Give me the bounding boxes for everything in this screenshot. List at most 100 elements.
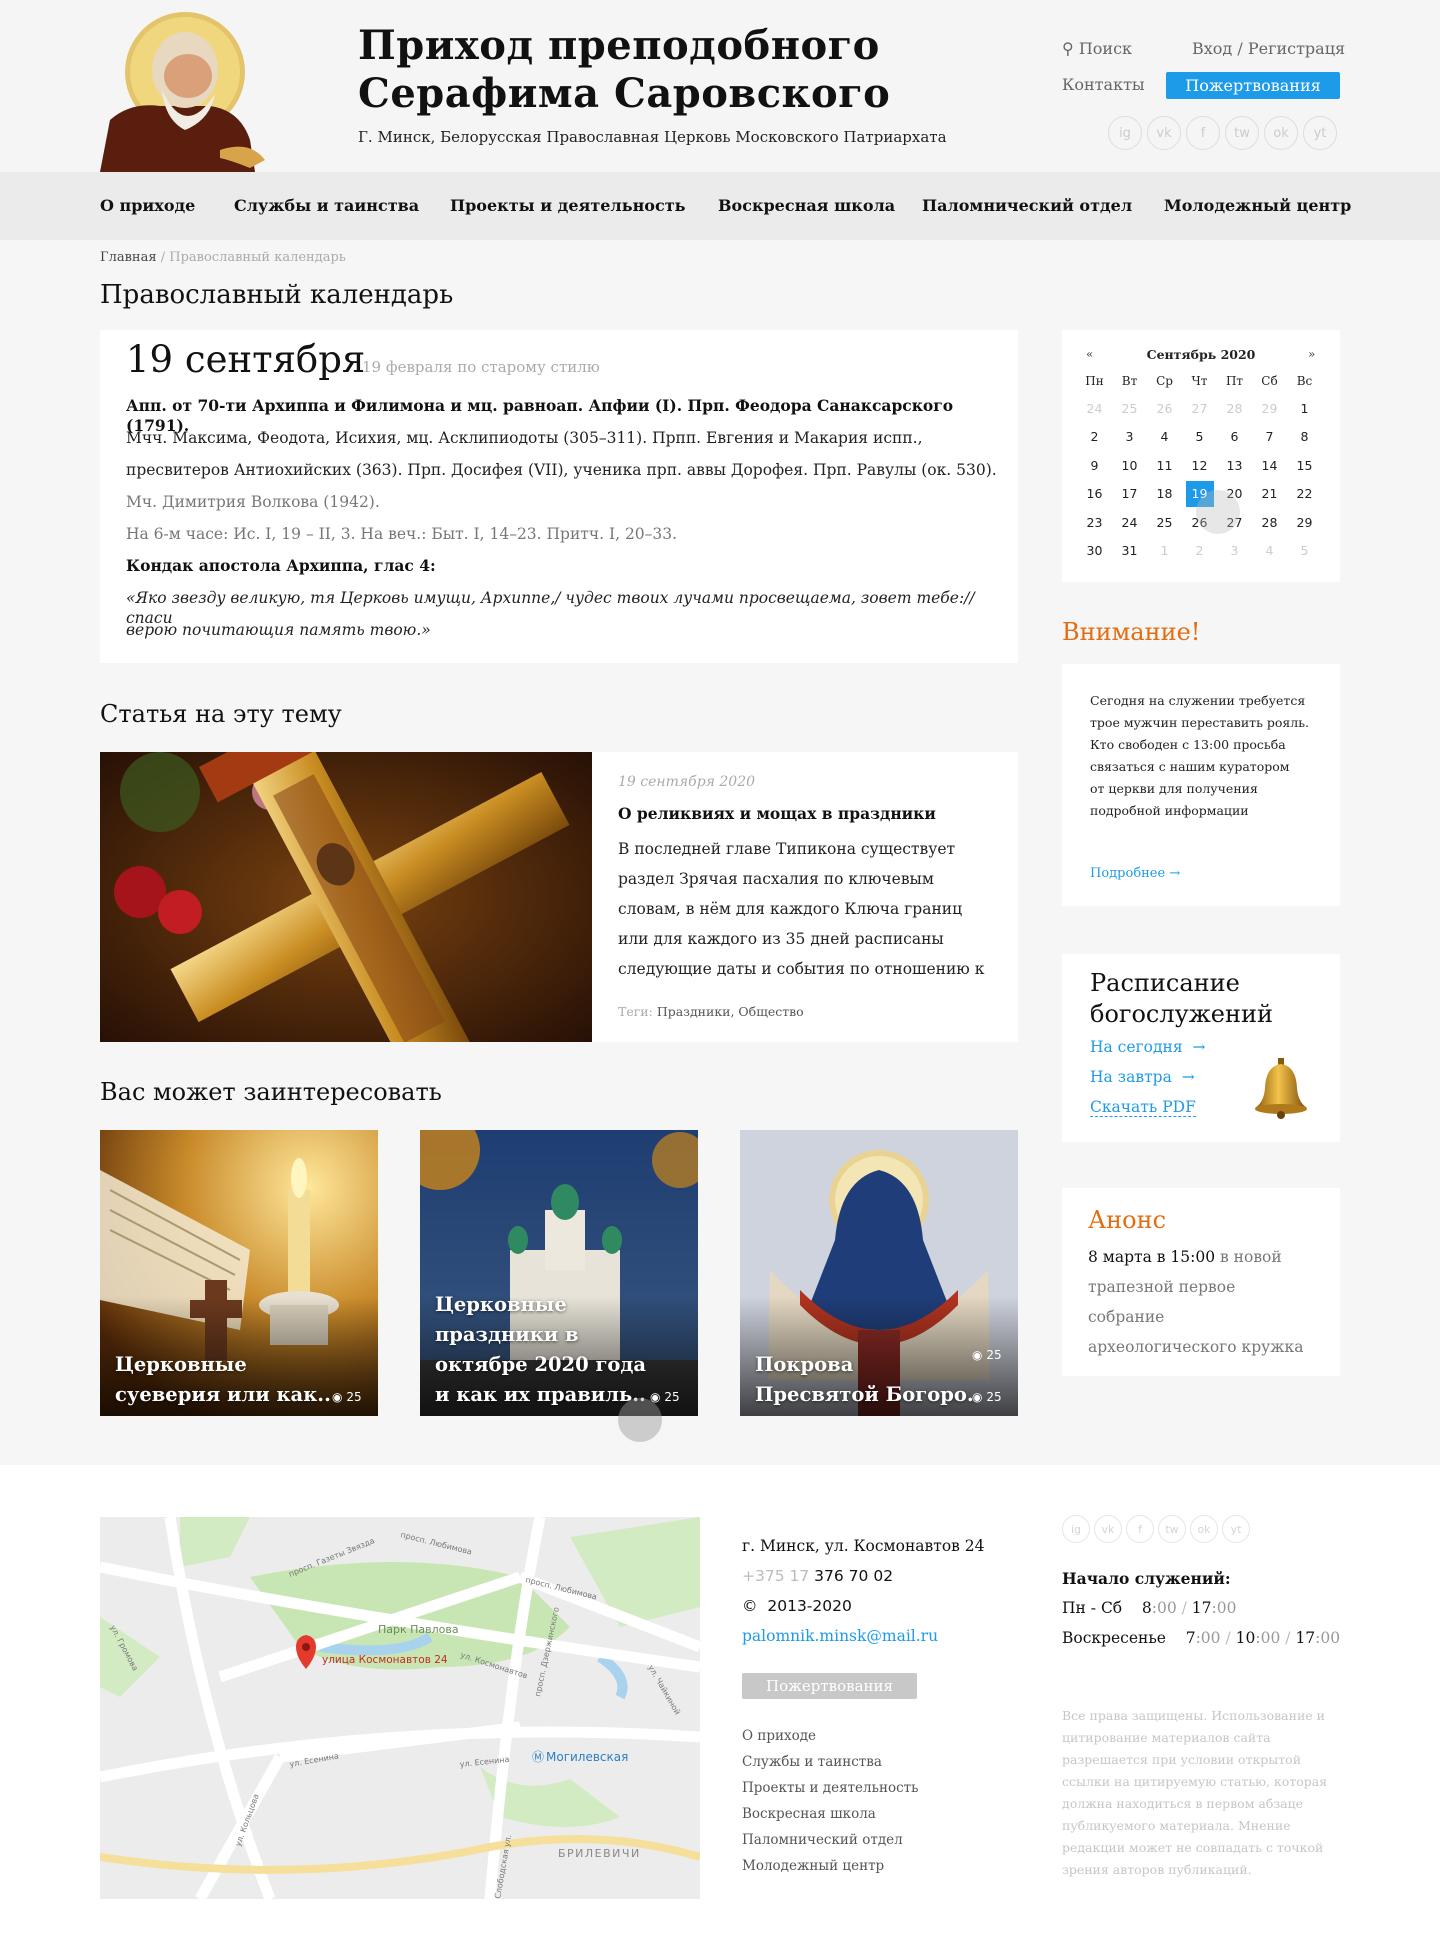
kontakion-title: Кондак апостола Архиппа, глас 4: — [126, 556, 436, 575]
schedule-tomorrow-link[interactable]: На завтра → — [1090, 1068, 1195, 1086]
footer-phone[interactable]: +375 17 376 70 02 — [742, 1567, 893, 1585]
calendar-day[interactable]: 6 — [1217, 423, 1252, 452]
youtube-icon[interactable]: yt — [1222, 1515, 1250, 1543]
calendar-day[interactable]: 8 — [1287, 423, 1322, 452]
nav-item-youth[interactable]: Молодежный центр — [1164, 196, 1351, 215]
calendar-day[interactable]: 15 — [1287, 451, 1322, 480]
calendar-day[interactable]: 4 — [1147, 423, 1182, 452]
calendar-day[interactable]: 21 — [1252, 480, 1287, 509]
site-title[interactable]: Приход преподобного Серафима Саровского — [358, 22, 890, 118]
calendar-day[interactable]: 3 — [1217, 537, 1252, 566]
calendar-day[interactable]: 13 — [1217, 451, 1252, 480]
tile-title[interactable]: Церковные суеверия или как.. — [115, 1350, 331, 1410]
calendar-day[interactable]: 29 — [1287, 508, 1322, 537]
eye-icon: ◉ — [332, 1390, 343, 1404]
instagram-icon[interactable]: ig — [1108, 116, 1142, 150]
calendar-day[interactable]: 5 — [1287, 537, 1322, 566]
location-map[interactable]: Парк Павлова улица Космонавтов 24 Ⓜ Моги… — [100, 1517, 700, 1899]
main-nav: О приходе Службы и таинства Проекты и де… — [0, 172, 1440, 240]
tag-links[interactable]: Праздники, Общество — [657, 1004, 804, 1019]
calendar-day[interactable]: 1 — [1287, 394, 1322, 423]
facebook-icon[interactable]: f — [1126, 1515, 1154, 1543]
footer-menu-services[interactable]: Службы и таинства — [742, 1754, 882, 1770]
calendar-day[interactable]: 2 — [1182, 537, 1217, 566]
footer-donate-button[interactable]: Пожертвования — [742, 1673, 917, 1699]
calendar-day[interactable]: 17 — [1112, 480, 1147, 509]
instagram-icon[interactable]: ig — [1062, 1515, 1090, 1543]
interest-tile[interactable]: ◉ 25 Покрова Пресвятой Богоро.. ◉ 25 — [740, 1130, 1018, 1416]
calendar-day[interactable]: 9 — [1077, 451, 1112, 480]
odnoklassniki-icon[interactable]: ok — [1190, 1515, 1218, 1543]
twitter-icon[interactable]: tw — [1225, 116, 1259, 150]
footer-menu-sunday-school[interactable]: Воскресная школа — [742, 1806, 876, 1822]
attention-more-link[interactable]: Подробнее → — [1090, 866, 1180, 881]
calendar-day[interactable]: 7 — [1252, 423, 1287, 452]
calendar-day[interactable]: 30 — [1077, 537, 1112, 566]
calendar-next[interactable]: » — [1308, 347, 1315, 361]
interest-tile[interactable]: Церковные праздники в октябре 2020 года … — [420, 1130, 698, 1416]
calendar-day[interactable]: 12 — [1182, 451, 1217, 480]
facebook-icon[interactable]: f — [1186, 116, 1220, 150]
calendar-day[interactable]: 1 — [1147, 537, 1182, 566]
footer-menu-about[interactable]: О приходе — [742, 1728, 816, 1744]
calendar-day[interactable]: 5 — [1182, 423, 1217, 452]
article-image[interactable] — [100, 752, 592, 1042]
login-link[interactable]: Вход / Регистраця — [1192, 39, 1345, 58]
day-date: 19 сентября — [126, 338, 366, 381]
youtube-icon[interactable]: yt — [1303, 116, 1337, 150]
calendar-day[interactable]: 24 — [1112, 508, 1147, 537]
twitter-icon[interactable]: tw — [1158, 1515, 1186, 1543]
calendar-day[interactable]: 28 — [1252, 508, 1287, 537]
calendar-day[interactable]: 24 — [1077, 394, 1112, 423]
calendar-day[interactable]: 25 — [1147, 508, 1182, 537]
footer-menu-pilgrimage[interactable]: Паломнический отдел — [742, 1832, 903, 1848]
calendar-day[interactable]: 2 — [1077, 423, 1112, 452]
vk-icon[interactable]: vk — [1094, 1515, 1122, 1543]
cursor-indicator — [1196, 490, 1240, 534]
search-link[interactable]: ⚲ Поиск — [1062, 39, 1132, 58]
footer-email[interactable]: palomnik.minsk@mail.ru — [742, 1627, 938, 1645]
attention-heading: Внимание! — [1062, 618, 1201, 646]
calendar-day[interactable]: 26 — [1147, 394, 1182, 423]
breadcrumb-home[interactable]: Главная — [100, 250, 157, 265]
nav-item-about[interactable]: О приходе — [100, 196, 195, 215]
nav-item-projects[interactable]: Проекты и деятельность — [450, 196, 685, 215]
calendar-day[interactable]: 28 — [1217, 394, 1252, 423]
nav-item-services[interactable]: Службы и таинства — [234, 196, 419, 215]
kontakion-text: верою почитающия память твою.» — [126, 621, 431, 639]
nav-item-sunday-school[interactable]: Воскресная школа — [718, 196, 895, 215]
calendar-day[interactable]: 11 — [1147, 451, 1182, 480]
article-title[interactable]: О реликвиях и мощах в праздники — [618, 804, 936, 823]
calendar-day[interactable]: 14 — [1252, 451, 1287, 480]
schedule-pdf-link[interactable]: Скачать PDF — [1090, 1098, 1196, 1117]
schedule-today-link[interactable]: На сегодня → — [1090, 1038, 1206, 1056]
calendar-day[interactable]: 22 — [1287, 480, 1322, 509]
views-count: ◉ 25 — [972, 1390, 1002, 1404]
calendar-day[interactable]: 4 — [1252, 537, 1287, 566]
calendar-day[interactable]: 18 — [1147, 480, 1182, 509]
calendar-grid: Пн Вт Ср Чт Пт Сб Вс 24 25 26 27 28 29 1 2345678 9 10… — [1077, 368, 1322, 565]
tile-title[interactable]: Церковные праздники в октябре 2020 года … — [435, 1290, 646, 1410]
calendar-day[interactable]: 25 — [1112, 394, 1147, 423]
calendar-day[interactable]: 3 — [1112, 423, 1147, 452]
vk-icon[interactable]: vk — [1147, 116, 1181, 150]
calendar-day[interactable]: 29 — [1252, 394, 1287, 423]
nav-item-pilgrimage[interactable]: Паломнический отдел — [922, 196, 1132, 215]
tile-title[interactable]: Покрова Пресвятой Богоро.. — [755, 1350, 980, 1410]
footer-address: г. Минск, ул. Космонавтов 24 — [742, 1537, 985, 1555]
search-icon: ⚲ — [1062, 39, 1074, 58]
contacts-link[interactable]: Контакты — [1062, 75, 1145, 94]
odnoklassniki-icon[interactable]: ok — [1264, 116, 1298, 150]
bell-icon — [1255, 1058, 1307, 1119]
saint-icon-logo[interactable] — [100, 10, 270, 172]
calendar-day[interactable]: 23 — [1077, 508, 1112, 537]
footer-menu-projects[interactable]: Проекты и деятельность — [742, 1780, 918, 1796]
calendar-day[interactable]: 10 — [1112, 451, 1147, 480]
interest-tile[interactable]: Церковные суеверия или как.. ◉ 25 — [100, 1130, 378, 1416]
calendar-day[interactable]: 27 — [1182, 394, 1217, 423]
calendar-day[interactable]: 16 — [1077, 480, 1112, 509]
calendar-day[interactable]: 31 — [1112, 537, 1147, 566]
breadcrumb: Главная / Православный календарь — [100, 250, 346, 265]
donate-button[interactable]: Пожертвования — [1166, 72, 1340, 99]
footer-menu-youth[interactable]: Молодежный центр — [742, 1858, 884, 1874]
